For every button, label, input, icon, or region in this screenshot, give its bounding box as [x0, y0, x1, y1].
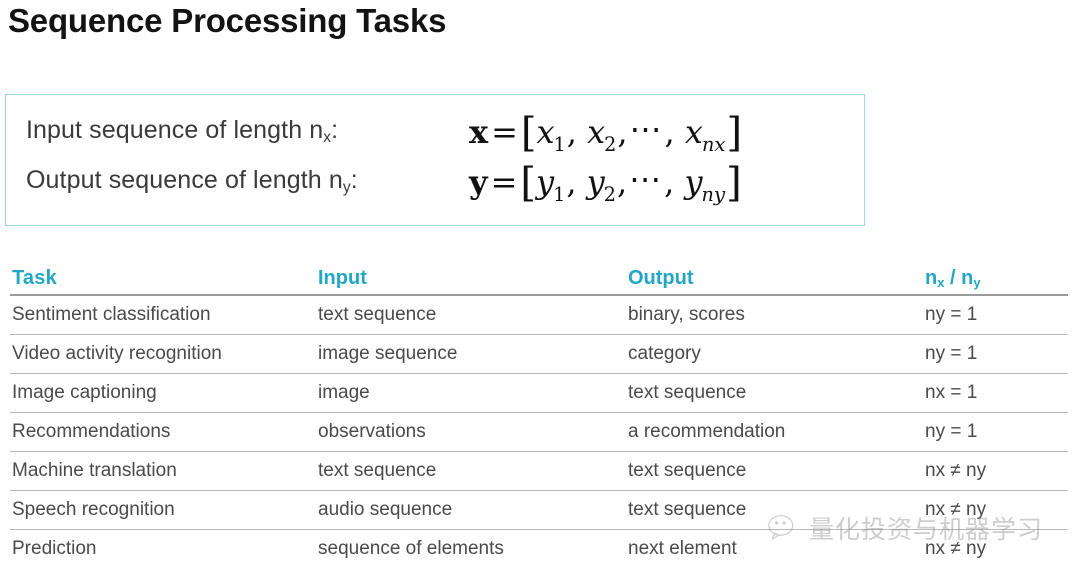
cell-input: text sequence: [318, 304, 437, 325]
input-label-prefix: Input sequence of length n: [26, 115, 324, 144]
column-header-lengths: nx / ny: [925, 266, 981, 291]
cell-task: Image captioning: [12, 382, 157, 403]
cell-task: Recommendations: [12, 421, 171, 442]
input-open-bracket: [: [520, 110, 537, 156]
output-term-n-subscript: n: [701, 183, 714, 207]
cell-lengths: nx ≠ ny: [925, 499, 987, 520]
formula-box: Input sequence of length nx: x=[x1, x2,⋯…: [5, 94, 865, 226]
input-term-n-subsubscript: x: [714, 132, 726, 156]
output-term-1-subscript: 1: [553, 183, 566, 207]
cell-lengths: nx ≠ ny: [925, 460, 987, 481]
table-row: Video activity recognition image sequenc…: [10, 335, 1068, 374]
output-comma-1: ,: [566, 163, 577, 201]
formula-row-output: Output sequence of length ny: y=[y1, y2,…: [6, 154, 864, 206]
cell-output: binary, scores: [628, 304, 745, 325]
output-term-n-subsubscript: y: [713, 182, 726, 206]
input-sequence-label: Input sequence of length nx:: [26, 115, 339, 146]
input-ellipsis: ⋯: [629, 110, 663, 148]
input-comma-2: ,: [617, 113, 628, 151]
cell-input: observations: [318, 421, 426, 442]
input-term-1-subscript: 1: [553, 133, 566, 157]
column-header-n-prefix: n: [925, 266, 938, 289]
table-header-row: Task Input Output nx / ny: [10, 262, 1068, 296]
table-row: Sentiment classification text sequence b…: [10, 296, 1068, 335]
column-header-n-slash: / n: [944, 266, 974, 289]
table-row: Prediction sequence of elements next ele…: [10, 530, 1068, 568]
input-close-bracket: ]: [726, 110, 743, 156]
input-label-subscript: x: [323, 128, 332, 146]
output-term-1: y: [536, 163, 555, 201]
cell-lengths: ny = 1: [925, 304, 978, 325]
input-term-n: x: [684, 113, 703, 151]
input-comma-1: ,: [566, 113, 577, 151]
output-label-prefix: Output sequence of length n: [26, 165, 343, 194]
formula-row-input: Input sequence of length nx: x=[x1, x2,⋯…: [6, 104, 864, 156]
input-vector-symbol: x: [469, 113, 489, 151]
column-header-output: Output: [628, 266, 694, 289]
output-comma-2: ,: [616, 163, 628, 201]
output-term-2-subscript: 2: [603, 183, 616, 207]
table-row: Speech recognition audio sequence text s…: [10, 491, 1068, 530]
cell-task: Speech recognition: [12, 499, 175, 520]
input-term-1: x: [536, 113, 555, 151]
cell-output: category: [628, 343, 701, 364]
cell-task: Sentiment classification: [12, 304, 211, 325]
table-row: Recommendations observations a recommend…: [10, 413, 1068, 452]
cell-task: Prediction: [12, 538, 97, 559]
cell-lengths: ny = 1: [925, 343, 978, 364]
output-term-n: y: [684, 163, 703, 201]
cell-task: Machine translation: [12, 460, 177, 481]
cell-output: next element: [628, 538, 737, 559]
output-equals-sign: =: [490, 163, 518, 201]
page-title: Sequence Processing Tasks: [8, 2, 447, 39]
column-header-n-sub-y: y: [973, 275, 981, 291]
input-label-suffix: :: [331, 115, 339, 144]
output-comma-3: ,: [664, 163, 675, 201]
input-vector-equation: x=[x1, x2,⋯, xnx]: [469, 110, 742, 154]
cell-output: text sequence: [628, 382, 747, 403]
output-label-suffix: :: [350, 165, 358, 194]
output-close-bracket: ]: [726, 160, 742, 206]
cell-input: text sequence: [318, 460, 437, 481]
cell-task: Video activity recognition: [12, 343, 222, 364]
output-vector-symbol: y: [469, 163, 488, 201]
cell-output: a recommendation: [628, 421, 786, 442]
input-equals-sign: =: [491, 113, 518, 151]
input-comma-3: ,: [664, 113, 675, 151]
column-header-input: Input: [318, 266, 367, 289]
column-header-n-sub-x: x: [937, 275, 945, 291]
cell-lengths: nx = 1: [925, 382, 978, 403]
input-term-2-subscript: 2: [604, 133, 617, 157]
table-row: Machine translation text sequence text s…: [10, 452, 1068, 491]
output-label-subscript: y: [342, 178, 351, 196]
output-open-bracket: [: [520, 160, 537, 206]
output-sequence-label: Output sequence of length ny:: [26, 165, 358, 196]
output-vector-equation: y=[y1, y2,⋯, yny]: [469, 160, 742, 204]
output-ellipsis: ⋯: [629, 160, 663, 198]
cell-input: audio sequence: [318, 499, 453, 520]
input-term-n-subscript: n: [701, 133, 715, 157]
cell-lengths: ny = 1: [925, 421, 978, 442]
tasks-table: Task Input Output nx / ny Sentiment clas…: [10, 262, 1068, 568]
cell-output: text sequence: [628, 460, 747, 481]
cell-input: image sequence: [318, 343, 458, 364]
input-term-2: x: [587, 113, 606, 151]
cell-input: image: [318, 382, 370, 403]
table-row: Image captioning image text sequence nx …: [10, 374, 1068, 413]
output-term-2: y: [586, 163, 605, 201]
column-header-task: Task: [12, 266, 57, 289]
cell-input: sequence of elements: [318, 538, 504, 559]
cell-lengths: nx ≠ ny: [925, 538, 987, 559]
cell-output: text sequence: [628, 499, 747, 520]
